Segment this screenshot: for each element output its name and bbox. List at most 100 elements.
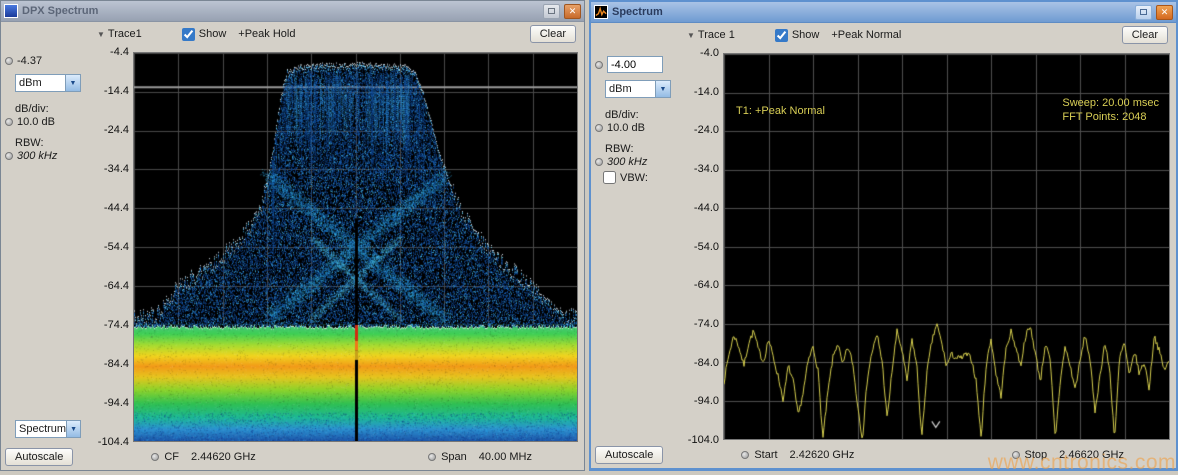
knob-icon[interactable] [595, 61, 603, 69]
knob-icon[interactable] [5, 57, 13, 65]
spectrum-trace-toolbar: ▼ Trace 1 Show +Peak Normal Clear [591, 23, 1176, 47]
knob-icon[interactable] [5, 152, 13, 160]
y-axis-tick-label: -14.0 [694, 86, 719, 98]
unit-select-value: dBm [606, 83, 655, 95]
y-axis-tick-label: -24.4 [104, 124, 129, 136]
display-mode-select[interactable]: Spectrum ▼ [15, 420, 81, 438]
show-checkbox-group: Show [182, 28, 227, 41]
close-button[interactable]: ✕ [1156, 5, 1173, 20]
trace-selector[interactable]: ▼ Trace1 [97, 28, 142, 40]
y-axis-tick-label: -44.0 [694, 202, 719, 214]
chevron-down-icon: ▼ [97, 30, 105, 39]
y-axis-tick-label: -4.4 [110, 46, 129, 58]
unit-select-value: dBm [16, 77, 65, 89]
y-axis-tick-label: -64.4 [104, 280, 129, 292]
sweep-time: Sweep: 20.00 msec [1062, 96, 1159, 110]
trace-label: Trace 1 [698, 29, 735, 41]
dpx-content: -4.37 dBm ▼ dB/div: 10.0 dB RBW: 300 kHz… [1, 46, 584, 444]
unit-select[interactable]: dBm ▼ [605, 80, 671, 98]
ref-level-value[interactable]: -4.37 [17, 55, 42, 67]
y-axis-tick-label: -24.0 [694, 124, 719, 136]
fft-points: FFT Points: 2048 [1062, 110, 1159, 124]
cf-value[interactable]: 2.44620 GHz [191, 451, 256, 463]
y-axis-tick-label: -64.0 [694, 279, 719, 291]
vbw-checkbox[interactable] [603, 171, 616, 184]
autoscale-button[interactable]: Autoscale [595, 446, 663, 464]
autoscale-button[interactable]: Autoscale [5, 448, 73, 466]
y-axis-tick-label: -14.4 [104, 85, 129, 97]
chevron-down-icon: ▼ [687, 31, 695, 40]
show-label: Show [792, 29, 820, 41]
rbw-label: RBW: [605, 143, 683, 155]
y-axis-tick-label: -54.4 [104, 241, 129, 253]
vbw-label: VBW: [620, 172, 648, 184]
spectrum-plot-area[interactable]: T1: +Peak Normal Sweep: 20.00 msec FFT P… [723, 53, 1170, 440]
show-label: Show [199, 28, 227, 40]
restore-button[interactable] [1135, 5, 1152, 20]
trace-selector[interactable]: ▼ Trace 1 [687, 29, 735, 41]
chevron-down-icon[interactable]: ▼ [66, 421, 80, 437]
rbw-label: RBW: [15, 137, 93, 149]
knob-icon[interactable] [151, 453, 159, 461]
trace-annotation: T1: +Peak Normal [736, 104, 825, 118]
dpx-sidebar: -4.37 dBm ▼ dB/div: 10.0 dB RBW: 300 kHz… [5, 52, 93, 442]
y-axis-tick-label: -104.4 [98, 436, 129, 448]
y-axis-tick-label: -94.4 [104, 397, 129, 409]
start-value[interactable]: 2.42620 GHz [790, 449, 855, 461]
spectrum-content: dBm ▼ dB/div: 10.0 dB RBW: 300 kHz VBW: … [591, 47, 1176, 442]
detector-mode-label[interactable]: +Peak Normal [831, 29, 901, 41]
db-div-value[interactable]: 10.0 dB [17, 116, 55, 128]
y-axis-tick-label: -54.0 [694, 241, 719, 253]
restore-icon [548, 8, 555, 14]
restore-icon [1140, 9, 1147, 15]
trace-label: Trace1 [108, 28, 142, 40]
chevron-down-icon[interactable]: ▼ [655, 81, 670, 97]
knob-icon[interactable] [595, 158, 603, 166]
dpx-plot-area[interactable] [133, 52, 578, 442]
dpx-y-axis: -4.4-14.4-24.4-34.4-44.4-54.4-64.4-74.4-… [93, 52, 133, 442]
db-div-label: dB/div: [15, 103, 93, 115]
spectrum-y-axis: -4.0-14.0-24.0-34.0-44.0-54.0-64.0-74.0-… [683, 53, 723, 440]
span-label: Span [441, 451, 467, 463]
dpx-titlebar[interactable]: DPX Spectrum ✕ [1, 1, 584, 22]
detector-mode-label[interactable]: +Peak Hold [238, 28, 295, 40]
start-label: Start [754, 449, 777, 461]
db-div-label: dB/div: [605, 109, 683, 121]
rbw-value[interactable]: 300 kHz [17, 150, 57, 162]
spectrum-titlebar[interactable]: Spectrum ✕ [591, 2, 1176, 23]
sweep-annotation: Sweep: 20.00 msec FFT Points: 2048 [1062, 96, 1159, 124]
spectrum-window-icon [594, 5, 608, 19]
y-axis-tick-label: -94.0 [694, 395, 719, 407]
watermark: www.cntronics.com [988, 451, 1176, 475]
unit-select[interactable]: dBm ▼ [15, 74, 81, 92]
clear-button[interactable]: Clear [530, 25, 576, 43]
y-axis-tick-label: -74.4 [104, 319, 129, 331]
y-axis-tick-label: -34.4 [104, 163, 129, 175]
y-axis-tick-label: -44.4 [104, 202, 129, 214]
restore-button[interactable] [543, 4, 560, 19]
clear-button[interactable]: Clear [1122, 26, 1168, 44]
knob-icon[interactable] [741, 451, 749, 459]
show-checkbox[interactable] [775, 29, 788, 42]
chevron-down-icon[interactable]: ▼ [65, 75, 80, 91]
dpx-spectrum-window: DPX Spectrum ✕ ▼ Trace1 Show +Peak Hold … [0, 0, 585, 471]
display-mode-value: Spectrum [16, 423, 66, 435]
dpx-bitmap-canvas[interactable] [134, 53, 577, 441]
spectrum-window: Spectrum ✕ ▼ Trace 1 Show +Peak Normal C… [589, 0, 1178, 471]
spectrum-plot-row: -4.0-14.0-24.0-34.0-44.0-54.0-64.0-74.0-… [683, 53, 1170, 440]
knob-icon[interactable] [595, 124, 603, 132]
y-axis-tick-label: -4.0 [700, 47, 719, 59]
show-checkbox-group: Show [775, 29, 820, 42]
y-axis-tick-label: -104.0 [688, 434, 719, 446]
span-value[interactable]: 40.00 MHz [479, 451, 532, 463]
knob-icon[interactable] [5, 118, 13, 126]
close-button[interactable]: ✕ [564, 4, 581, 19]
rbw-value[interactable]: 300 kHz [607, 156, 647, 168]
ref-level-input[interactable] [607, 56, 663, 73]
cf-label: CF [164, 451, 179, 463]
knob-icon[interactable] [428, 453, 436, 461]
y-axis-tick-label: -34.0 [694, 163, 719, 175]
show-checkbox[interactable] [182, 28, 195, 41]
dpx-window-icon [4, 4, 18, 18]
db-div-value[interactable]: 10.0 dB [607, 122, 645, 134]
